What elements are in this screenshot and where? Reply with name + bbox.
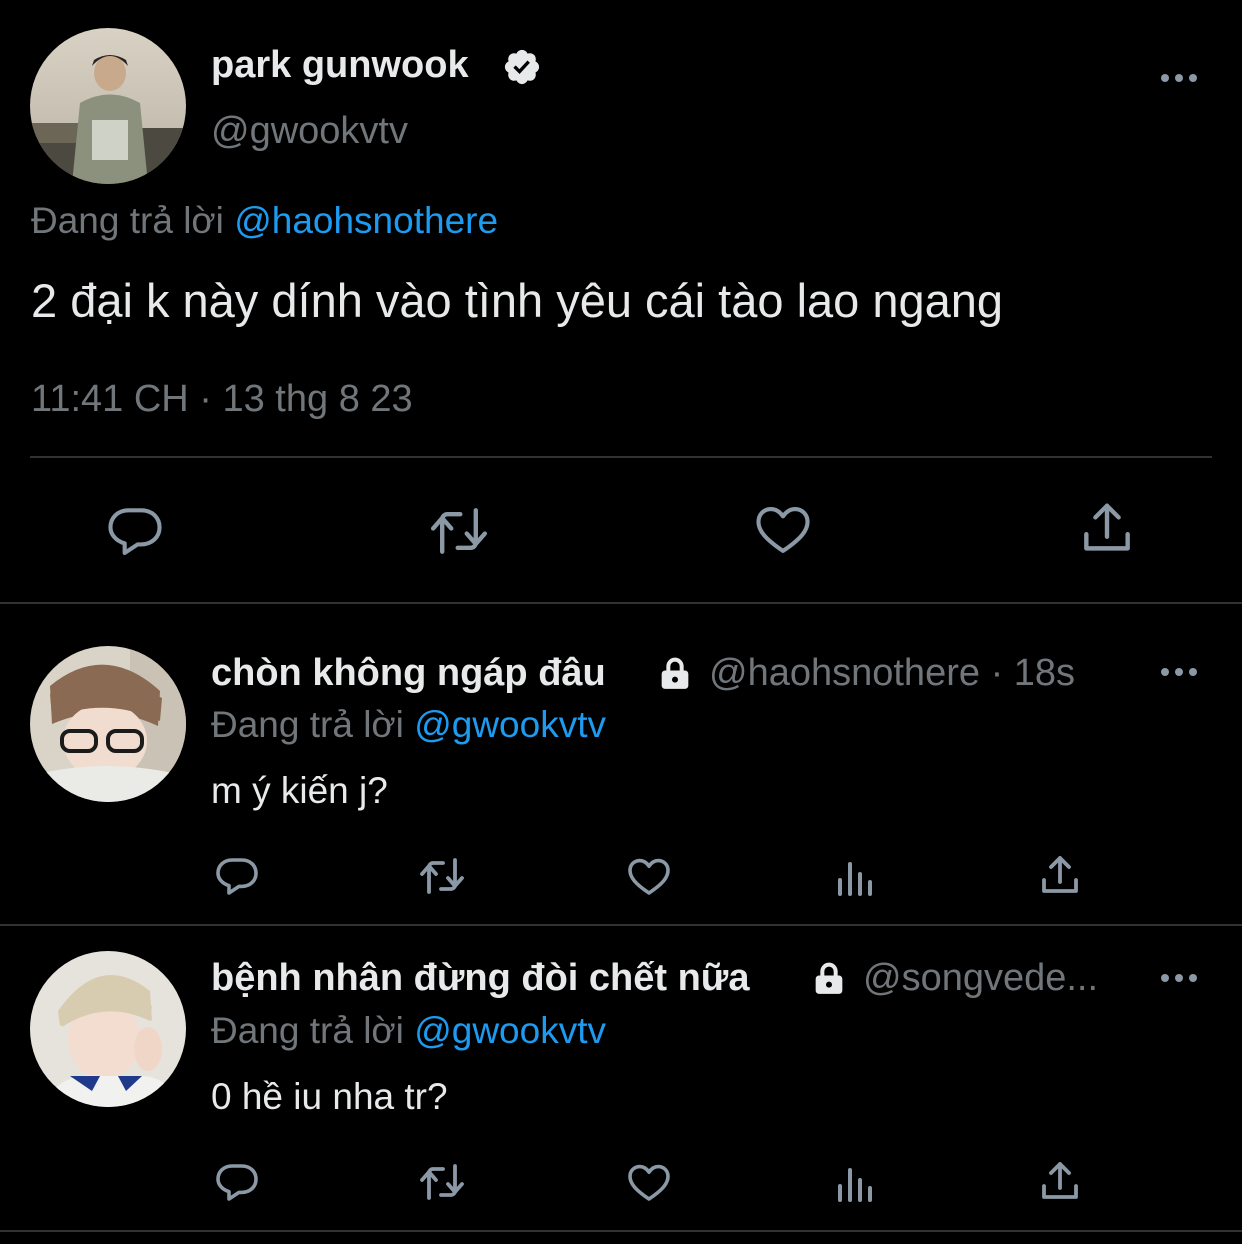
- replying-to: Đang trả lời @haohsnothere: [31, 198, 498, 244]
- replying-to: Đang trả lời @gwookvtv: [211, 1008, 606, 1054]
- reply-text: 0 hề iu nha tr?: [211, 1076, 448, 1117]
- reply-header: bệnh nhân đừng đòi chết nữa: [211, 955, 749, 1001]
- share-icon[interactable]: [1076, 498, 1138, 560]
- display-name[interactable]: bệnh nhân đừng đòi chết nữa: [211, 957, 749, 999]
- more-options-icon[interactable]: [1158, 660, 1200, 684]
- reply-time: · 18s: [990, 652, 1076, 694]
- avatar[interactable]: [30, 28, 186, 184]
- views-icon[interactable]: [832, 1158, 880, 1206]
- divider: [0, 1230, 1242, 1232]
- reply-header: chòn không ngáp đâu: [211, 650, 606, 696]
- share-icon[interactable]: [1036, 852, 1084, 900]
- like-icon[interactable]: [752, 498, 814, 560]
- divider: [0, 924, 1242, 926]
- like-icon[interactable]: [625, 852, 673, 900]
- tweet-timestamp[interactable]: 11:41 CH · 13 thg 8 23: [31, 376, 413, 422]
- avatar[interactable]: [30, 951, 186, 1107]
- verified-badge-icon: [502, 47, 542, 87]
- reply-icon[interactable]: [104, 500, 166, 562]
- retweet-icon[interactable]: [426, 500, 492, 562]
- avatar[interactable]: [30, 646, 186, 802]
- reply-icon[interactable]: [213, 1158, 261, 1206]
- more-options-icon[interactable]: [1158, 966, 1200, 990]
- lock-icon: [655, 653, 695, 693]
- tweet-text: 2 đại k này dính vào tình yêu cái tào la…: [31, 274, 1004, 327]
- replying-to: Đang trả lời @gwookvtv: [211, 702, 606, 748]
- user-handle[interactable]: @gwookvtv: [211, 108, 408, 154]
- share-icon[interactable]: [1036, 1158, 1084, 1206]
- display-name[interactable]: park gunwook: [211, 42, 469, 88]
- like-icon[interactable]: [625, 1158, 673, 1206]
- retweet-icon[interactable]: [416, 1158, 468, 1206]
- replying-to-link[interactable]: @haohsnothere: [234, 200, 498, 241]
- reply-text: m ý kiến j?: [211, 770, 388, 811]
- reply-icon[interactable]: [213, 852, 261, 900]
- user-handle[interactable]: @haohsnothere · 18s: [709, 650, 1075, 696]
- divider: [30, 456, 1212, 458]
- replying-prefix: Đang trả lời: [211, 704, 404, 745]
- handle-text[interactable]: @haohsnothere: [709, 652, 980, 694]
- user-handle[interactable]: @songvede...: [863, 955, 1098, 1001]
- divider: [0, 602, 1242, 604]
- replying-prefix: Đang trả lời: [31, 200, 224, 241]
- more-options-icon[interactable]: [1158, 66, 1200, 90]
- handle-text[interactable]: @songvede...: [863, 957, 1098, 999]
- replying-prefix: Đang trả lời: [211, 1010, 404, 1051]
- replying-to-link[interactable]: @gwookvtv: [414, 1010, 606, 1051]
- replying-to-link[interactable]: @gwookvtv: [414, 704, 606, 745]
- display-name[interactable]: chòn không ngáp đâu: [211, 652, 606, 694]
- views-icon[interactable]: [832, 852, 880, 900]
- retweet-icon[interactable]: [416, 852, 468, 900]
- lock-icon: [809, 958, 849, 998]
